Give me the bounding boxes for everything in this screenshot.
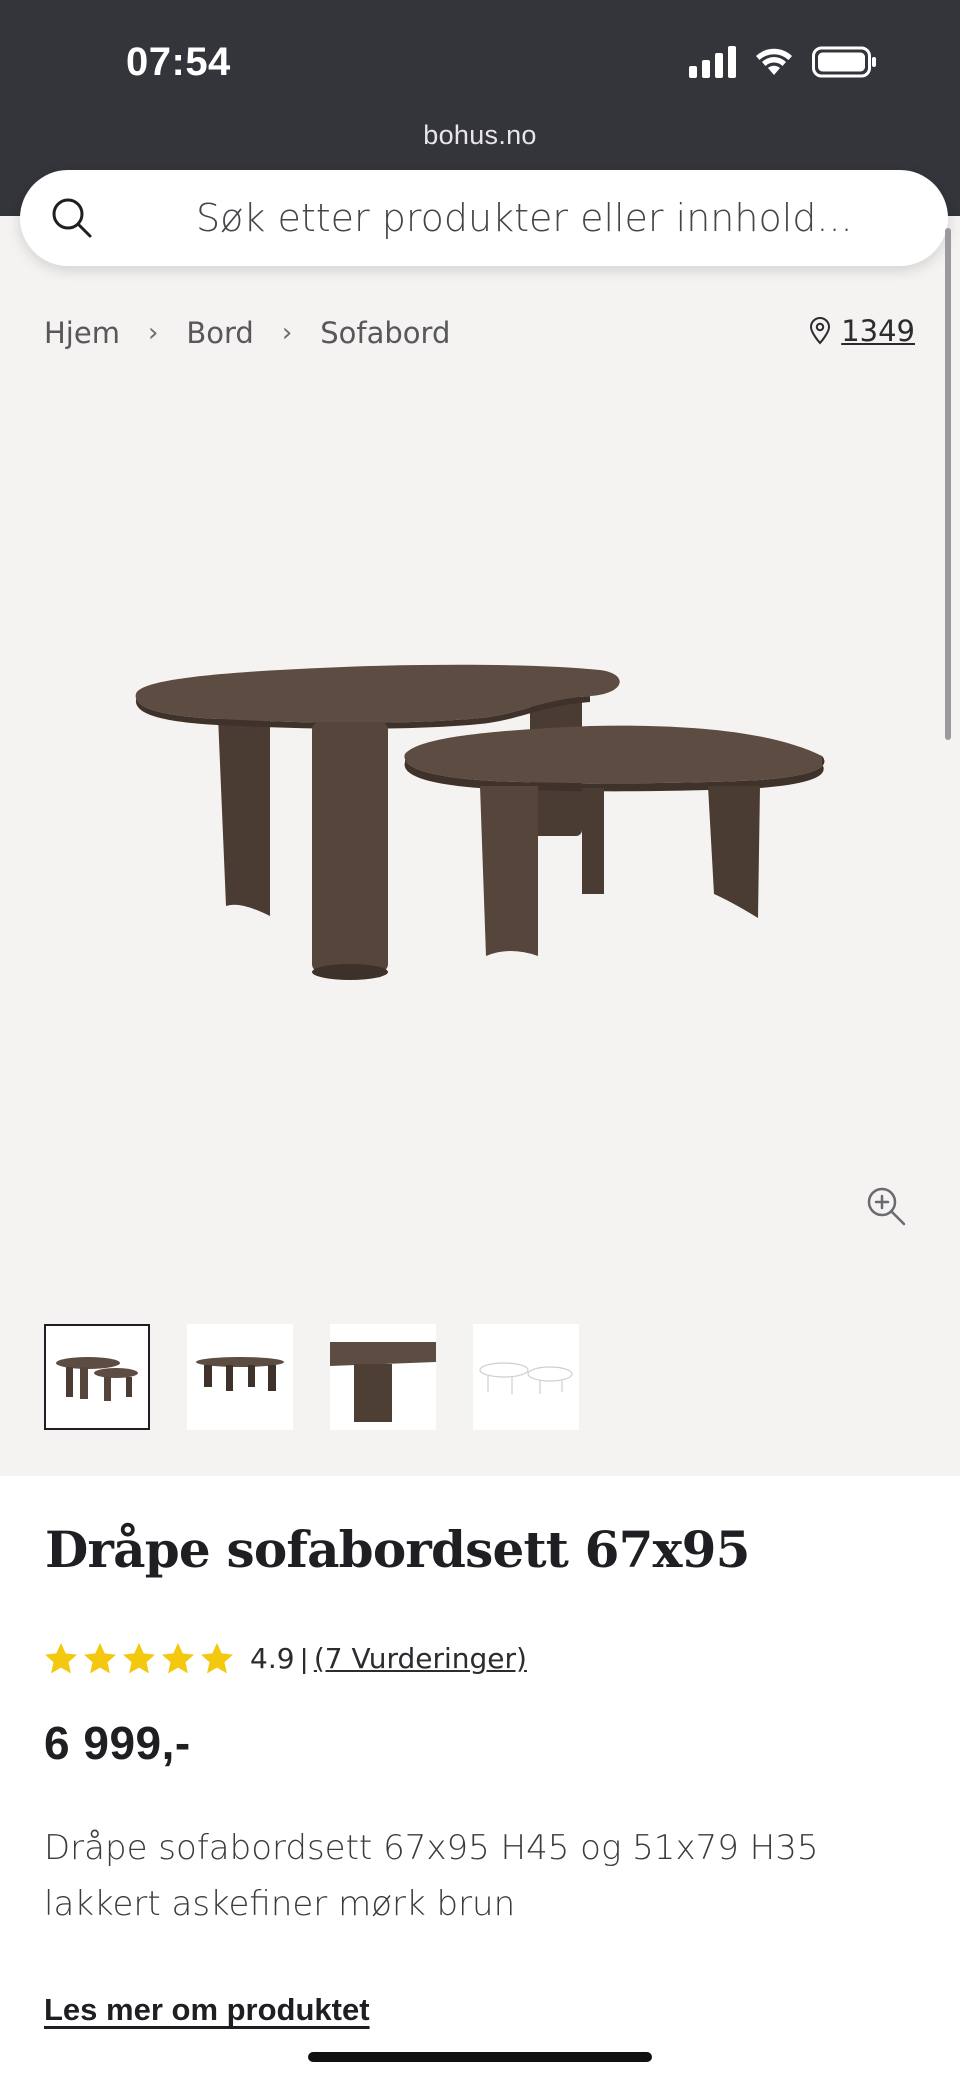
cellular-signal-icon — [689, 46, 736, 78]
breadcrumb: Hjem › Bord › Sofabord — [44, 316, 450, 350]
breadcrumb-item-sofabord[interactable]: Sofabord — [320, 316, 450, 350]
wifi-icon — [756, 48, 792, 75]
thumbnail-1[interactable] — [44, 1324, 150, 1430]
breadcrumb-item-bord[interactable]: Bord — [186, 316, 253, 350]
home-indicator[interactable] — [308, 2052, 652, 2062]
zoom-in-icon[interactable] — [864, 1184, 908, 1228]
product-title: Dråpe sofabordsett 67x95 — [45, 1520, 750, 1579]
store-number[interactable]: 1349 — [841, 314, 915, 348]
rating-stars — [44, 1642, 234, 1675]
thumbnail-image — [196, 1357, 284, 1391]
star-icon — [162, 1643, 194, 1674]
search-icon — [52, 198, 92, 238]
reviews-link[interactable]: (7 Vurderinger) — [314, 1642, 527, 1675]
search-bar[interactable] — [20, 170, 948, 266]
breadcrumb-item-hjem[interactable]: Hjem — [44, 316, 120, 350]
location-pin-icon — [810, 317, 831, 345]
status-icons — [689, 46, 878, 78]
page-scrollbar[interactable] — [945, 228, 951, 740]
thumbnail-image — [330, 1342, 436, 1422]
star-icon — [84, 1643, 116, 1674]
store-selector[interactable]: 1349 — [809, 314, 915, 348]
product-gallery: Hjem › Bord › Sofabord 1349 — [0, 216, 960, 1476]
read-more-link[interactable]: Les mer om produktet — [44, 1992, 370, 2028]
chevron-right-icon: › — [147, 318, 159, 348]
thumbnail-3[interactable] — [330, 1324, 436, 1430]
star-icon — [123, 1643, 155, 1674]
product-description: Dråpe sofabordsett 67x95 H45 og 51x79 H3… — [44, 1828, 819, 1924]
thumbnail-strip — [44, 1324, 579, 1430]
url-label[interactable]: bohus.no — [0, 120, 960, 151]
star-icon — [45, 1643, 77, 1674]
thumbnail-image — [56, 1357, 138, 1401]
chevron-right-icon: › — [281, 318, 293, 348]
status-time: 07:54 — [126, 40, 231, 84]
search-input[interactable] — [20, 170, 948, 266]
star-icon — [201, 1643, 233, 1674]
battery-icon — [812, 46, 876, 78]
rating-separator: | — [300, 1642, 308, 1674]
thumbnail-image — [479, 1362, 573, 1394]
thumbnail-2[interactable] — [187, 1324, 293, 1430]
thumbnail-4[interactable] — [473, 1324, 579, 1430]
rating-value: 4.9 — [250, 1642, 295, 1675]
product-price: 6 999,- — [44, 1717, 191, 1769]
product-rating: 4.9 | (7 Vurderinger) — [44, 1642, 527, 1675]
product-image-coffee-table-set[interactable] — [120, 656, 840, 1036]
